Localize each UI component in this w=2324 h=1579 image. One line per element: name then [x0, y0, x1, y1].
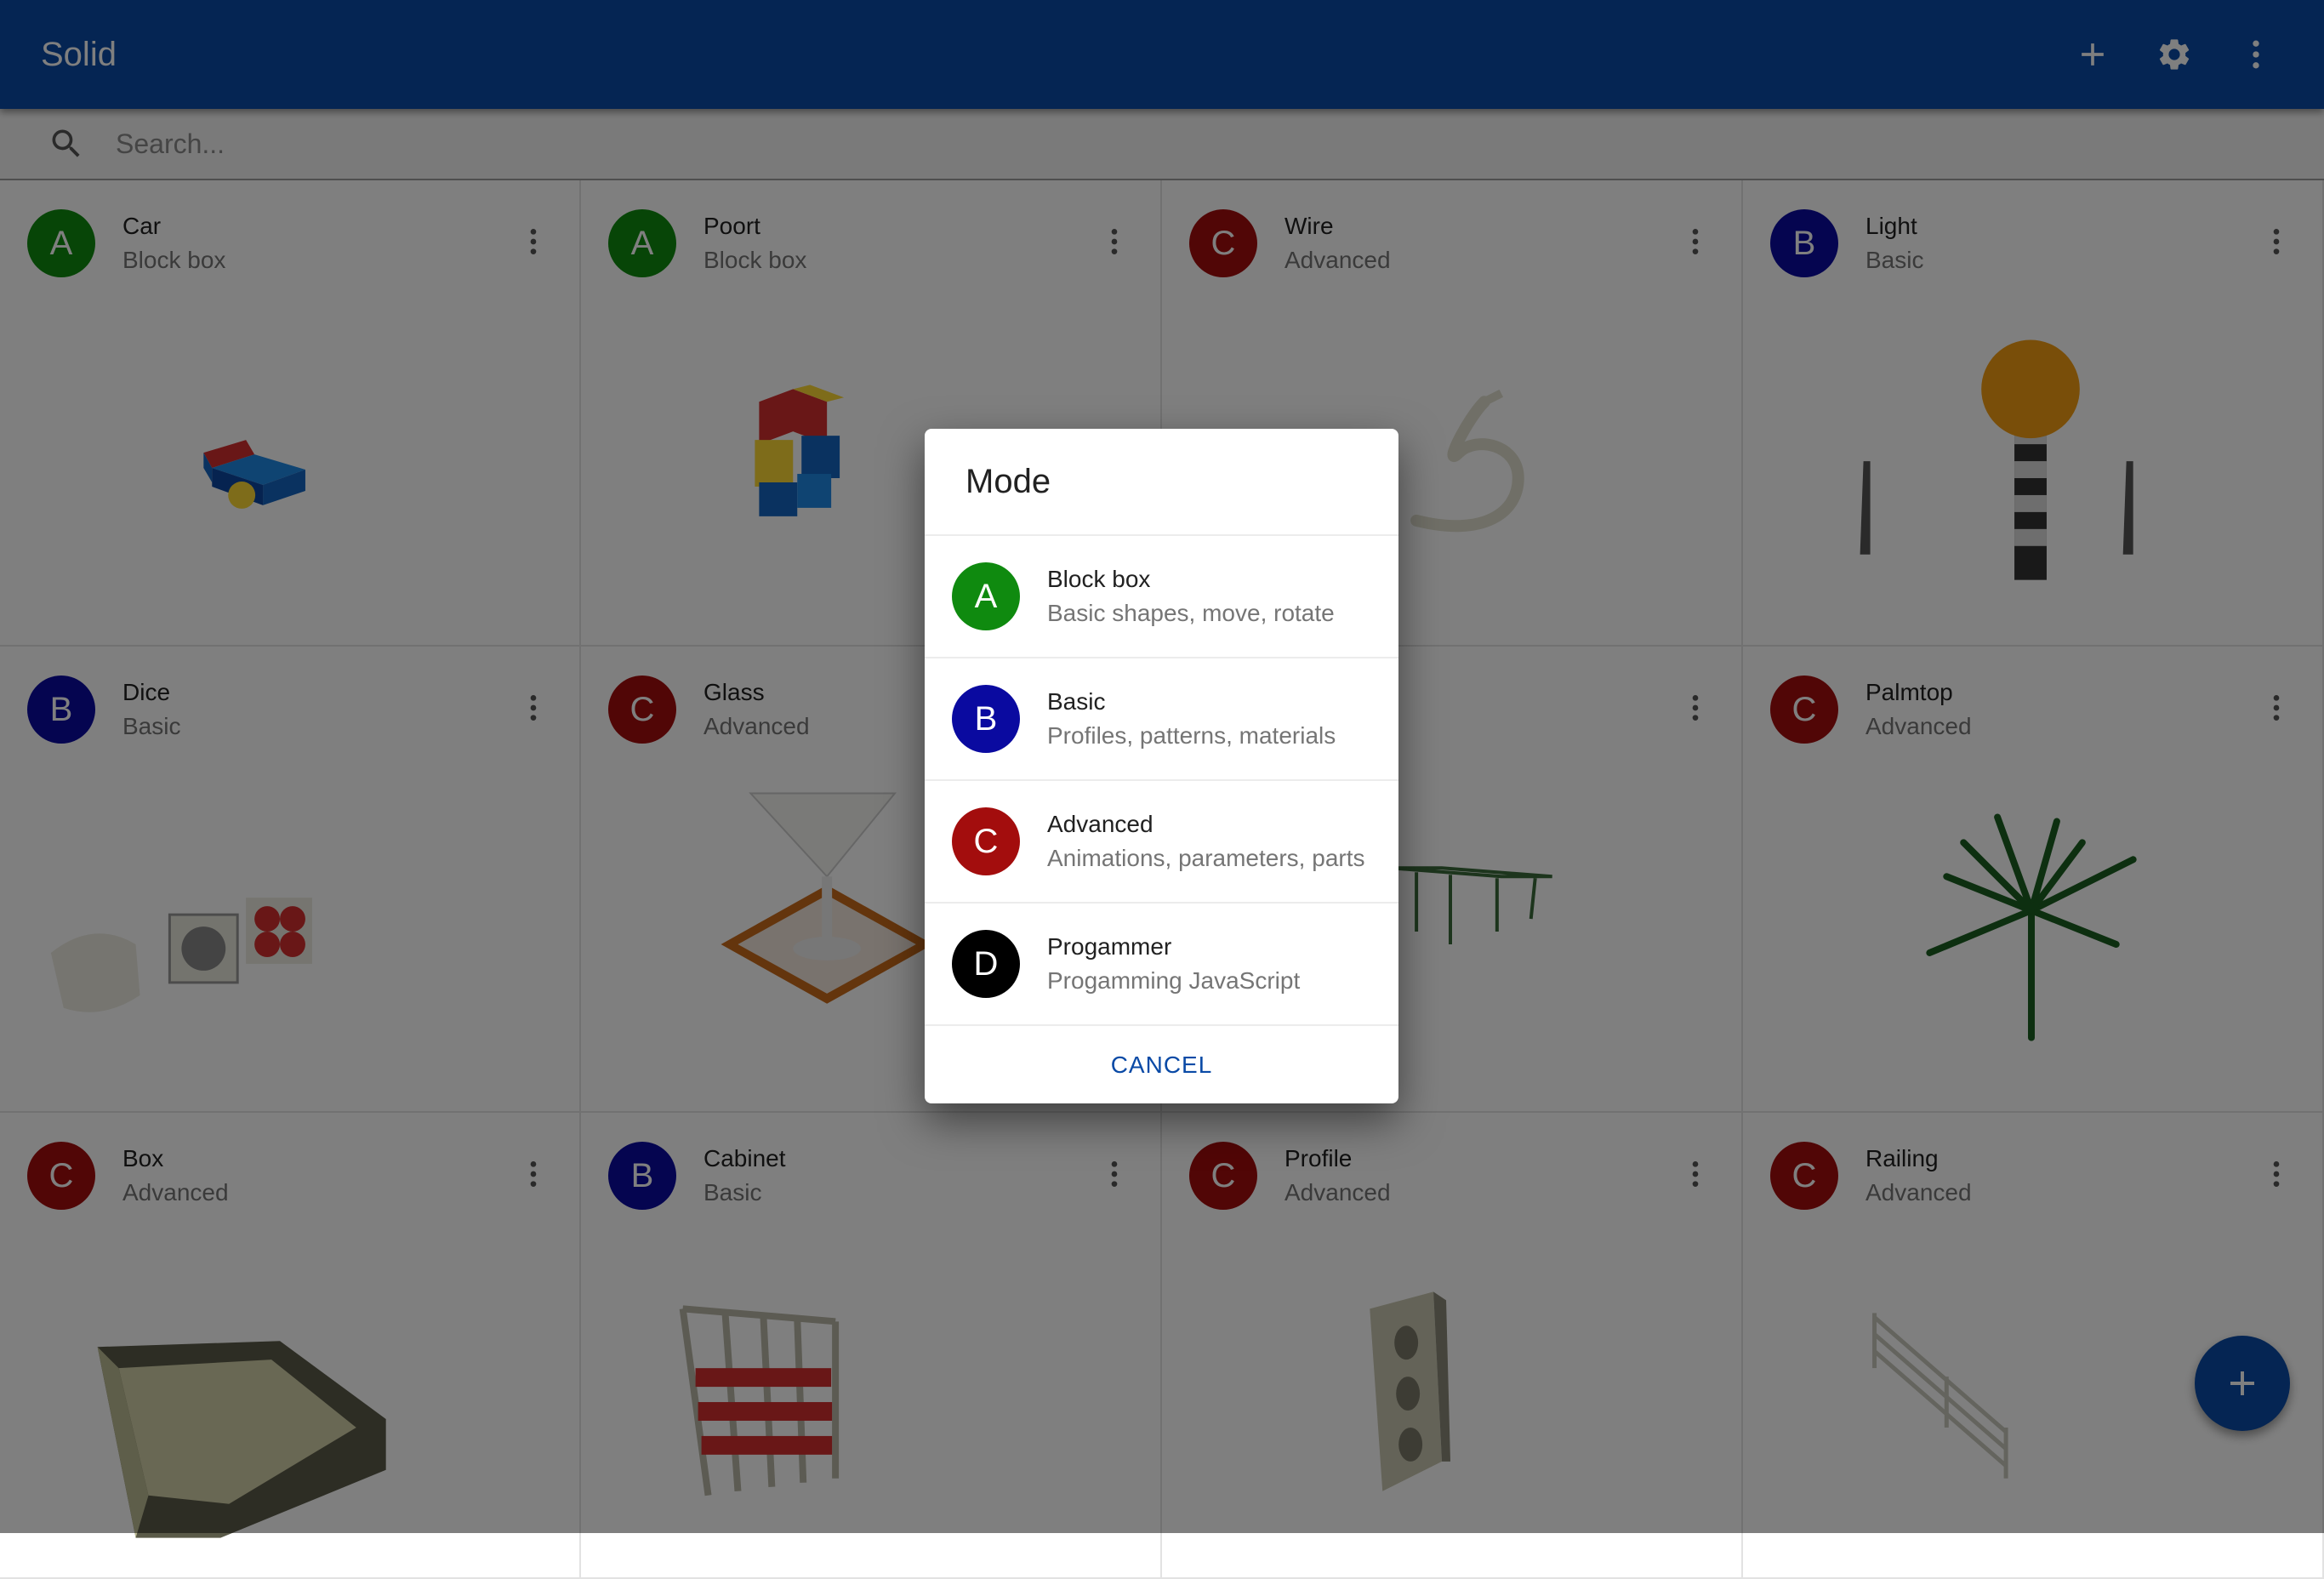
mode-description: Animations, parameters, parts: [1047, 845, 1365, 871]
mode-option-basic[interactable]: B Basic Profiles, patterns, materials: [925, 658, 1398, 781]
mode-description: Basic shapes, move, rotate: [1047, 600, 1335, 626]
mode-text: Basic Profiles, patterns, materials: [1047, 685, 1336, 753]
avatar: C: [952, 807, 1020, 875]
mode-text: Progammer Progamming JavaScript: [1047, 930, 1300, 998]
mode-option-block-box[interactable]: A Block box Basic shapes, move, rotate: [925, 536, 1398, 658]
mode-description: Profiles, patterns, materials: [1047, 722, 1336, 749]
dialog-actions: CANCEL: [925, 1026, 1398, 1103]
mode-label: Advanced: [1047, 811, 1153, 837]
mode-dialog: Mode A Block box Basic shapes, move, rot…: [925, 429, 1398, 1103]
mode-text: Advanced Animations, parameters, parts: [1047, 807, 1365, 875]
avatar: A: [952, 562, 1020, 630]
mode-label: Basic: [1047, 688, 1106, 715]
mode-description: Progamming JavaScript: [1047, 967, 1301, 994]
mode-label: Progammer: [1047, 933, 1172, 960]
mode-option-advanced[interactable]: C Advanced Animations, parameters, parts: [925, 781, 1398, 904]
avatar: D: [952, 930, 1020, 998]
dialog-title: Mode: [925, 429, 1398, 536]
avatar: B: [952, 685, 1020, 753]
mode-label: Block box: [1047, 566, 1151, 592]
mode-option-programmer[interactable]: D Progammer Progamming JavaScript: [925, 904, 1398, 1026]
mode-text: Block box Basic shapes, move, rotate: [1047, 562, 1335, 630]
cancel-button[interactable]: CANCEL: [1091, 1041, 1233, 1089]
